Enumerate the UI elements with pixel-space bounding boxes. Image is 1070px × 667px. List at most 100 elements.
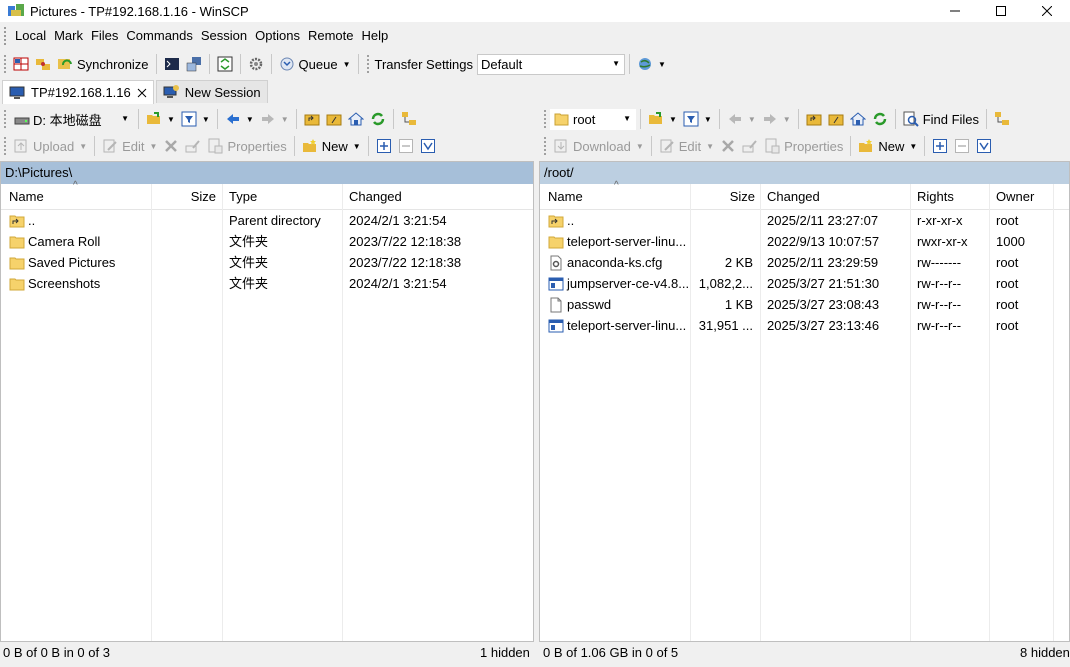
- file-row[interactable]: anaconda-ks.cfg 2 KB 2025/2/11 23:29:59 rw-…: [540, 252, 1069, 273]
- site-manager-button[interactable]: ▼: [634, 53, 669, 75]
- transfer-settings-select[interactable]: Default ▼: [477, 53, 626, 75]
- column-header-changed[interactable]: Changed: [761, 184, 911, 210]
- local-path[interactable]: D:\Pictures\: [1, 162, 533, 184]
- menu-options[interactable]: Options: [251, 25, 304, 47]
- local-refresh-button[interactable]: [367, 108, 389, 130]
- local-select-all-button[interactable]: [417, 135, 439, 157]
- file-row[interactable]: Saved Pictures 文件夹 2023/7/22 12:18:38: [1, 252, 533, 273]
- file-row[interactable]: teleport-server-linu... 31,951 ... 2025/3/…: [540, 315, 1069, 336]
- menu-help[interactable]: Help: [357, 25, 392, 47]
- local-delete-button[interactable]: [160, 135, 182, 157]
- refresh-session-button[interactable]: [214, 53, 236, 75]
- local-edit-button[interactable]: Edit ▼: [99, 135, 160, 157]
- local-parent-directory-button[interactable]: [301, 108, 323, 130]
- menu-session[interactable]: Session: [197, 25, 251, 47]
- close-button[interactable]: [1024, 0, 1070, 22]
- minimize-button[interactable]: [932, 0, 978, 22]
- local-open-directory-button[interactable]: ▼: [143, 108, 178, 130]
- remote-status-hidden[interactable]: 8 hidden: [1020, 642, 1070, 667]
- local-back-button[interactable]: ▼: [222, 108, 257, 130]
- rename-icon: [185, 140, 201, 153]
- local-select-files-button[interactable]: [373, 135, 395, 157]
- open-terminal-button[interactable]: [161, 53, 183, 75]
- local-drive-select[interactable]: D: 本地磁盘 ▼: [10, 109, 134, 130]
- file-row[interactable]: .. 2025/2/11 23:27:07 r-xr-xr-x root: [540, 210, 1069, 231]
- remote-back-button[interactable]: ▼: [724, 108, 759, 130]
- local-forward-button[interactable]: ▼: [257, 108, 292, 130]
- file-row[interactable]: Camera Roll 文件夹 2023/7/22 12:18:38: [1, 231, 533, 252]
- remote-home-button[interactable]: [847, 108, 869, 130]
- toolbar-grip[interactable]: [4, 110, 7, 128]
- remote-root-directory-button[interactable]: [825, 108, 847, 130]
- remote-edit-button[interactable]: Edit ▼: [656, 135, 717, 157]
- menu-local[interactable]: Local: [11, 25, 50, 47]
- file-row[interactable]: teleport-server-linu... 2022/9/13 10:07:5…: [540, 231, 1069, 252]
- local-filter-button[interactable]: ▼: [178, 108, 213, 130]
- menu-remote[interactable]: Remote: [304, 25, 358, 47]
- remote-delete-button[interactable]: [717, 135, 739, 157]
- file-name: teleport-server-linu...: [567, 234, 687, 249]
- column-header-changed[interactable]: Changed: [343, 184, 533, 210]
- upload-button[interactable]: Upload ▼: [10, 135, 90, 157]
- toolbar-separator: [357, 54, 359, 74]
- local-new-button[interactable]: New ▼: [299, 135, 364, 157]
- local-status-hidden[interactable]: 1 hidden: [480, 642, 530, 667]
- file-row[interactable]: .. Parent directory 2024/2/1 3:21:54: [1, 210, 533, 231]
- column-header-size[interactable]: Size: [691, 184, 761, 210]
- preferences-button[interactable]: [245, 53, 267, 75]
- file-row[interactable]: Screenshots 文件夹 2024/2/1 3:21:54: [1, 273, 533, 294]
- local-properties-button[interactable]: Properties: [204, 135, 289, 157]
- tab-session[interactable]: TP#192.168.1.16: [2, 80, 154, 104]
- remote-select-all-button[interactable]: [973, 135, 995, 157]
- toolbar-grip[interactable]: [4, 55, 7, 73]
- remote-unselect-files-button[interactable]: [951, 135, 973, 157]
- queue-button[interactable]: Queue ▼: [276, 53, 354, 75]
- column-header-rights[interactable]: Rights: [911, 184, 989, 210]
- menu-mark[interactable]: Mark: [50, 25, 87, 47]
- remote-new-button[interactable]: New ▼: [855, 135, 920, 157]
- remote-path[interactable]: /root/: [540, 162, 1069, 184]
- remote-parent-directory-button[interactable]: [803, 108, 825, 130]
- title-bar: Pictures - TP#192.168.1.16 - WinSCP: [0, 0, 1070, 22]
- local-rename-button[interactable]: [182, 135, 204, 157]
- find-files-button[interactable]: Find Files: [900, 108, 982, 130]
- remote-open-directory-button[interactable]: ▼: [645, 108, 680, 130]
- download-button[interactable]: Download ▼: [550, 135, 647, 157]
- menu-files[interactable]: Files: [87, 25, 122, 47]
- column-header-size[interactable]: Size: [152, 184, 222, 210]
- remote-select-files-button[interactable]: [929, 135, 951, 157]
- tab-new-session[interactable]: New Session: [155, 80, 268, 103]
- file-row[interactable]: jumpserver-ce-v4.8.... 1,082,2... 2025/3/2…: [540, 273, 1069, 294]
- remote-tree-button[interactable]: [991, 108, 1013, 130]
- remote-directory-select[interactable]: root ▼: [550, 108, 636, 130]
- maximize-button[interactable]: [978, 0, 1024, 22]
- menu-commands[interactable]: Commands: [122, 25, 196, 47]
- column-header-owner[interactable]: Owner: [990, 184, 1056, 210]
- local-root-directory-button[interactable]: [323, 108, 345, 130]
- remote-properties-button[interactable]: Properties: [761, 135, 846, 157]
- local-file-list: .. Parent directory 2024/2/1 3:21:54 Camera…: [1, 210, 533, 294]
- synchronize-button[interactable]: Synchronize: [54, 53, 152, 75]
- toolbar-grip[interactable]: [4, 137, 7, 155]
- chevron-down-icon: ▼: [909, 141, 918, 151]
- toolbar-grip[interactable]: [544, 137, 547, 155]
- close-tab-icon[interactable]: [137, 88, 147, 98]
- local-unselect-files-button[interactable]: [395, 135, 417, 157]
- local-home-button[interactable]: [345, 108, 367, 130]
- column-header-type[interactable]: Type: [223, 184, 341, 210]
- remote-rename-button[interactable]: [739, 135, 761, 157]
- window-title: Pictures - TP#192.168.1.16 - WinSCP: [30, 3, 249, 19]
- putty-button[interactable]: [183, 53, 205, 75]
- local-tree-button[interactable]: [398, 108, 420, 130]
- remote-forward-button[interactable]: ▼: [759, 108, 794, 130]
- toolbar-grip[interactable]: [544, 110, 547, 128]
- toolbar-separator: [216, 109, 218, 129]
- remote-filter-button[interactable]: ▼: [680, 108, 715, 130]
- compare-directories-button[interactable]: [10, 53, 32, 75]
- file-row[interactable]: passwd 1 KB 2025/3/27 23:08:43 rw-r--r-- roo…: [540, 294, 1069, 315]
- file-name-cell: Screenshots: [3, 273, 151, 294]
- remote-refresh-button[interactable]: [869, 108, 891, 130]
- toolbar-grip[interactable]: [4, 27, 8, 45]
- synchronize-browsing-button[interactable]: [32, 53, 54, 75]
- toolbar-grip[interactable]: [366, 55, 370, 73]
